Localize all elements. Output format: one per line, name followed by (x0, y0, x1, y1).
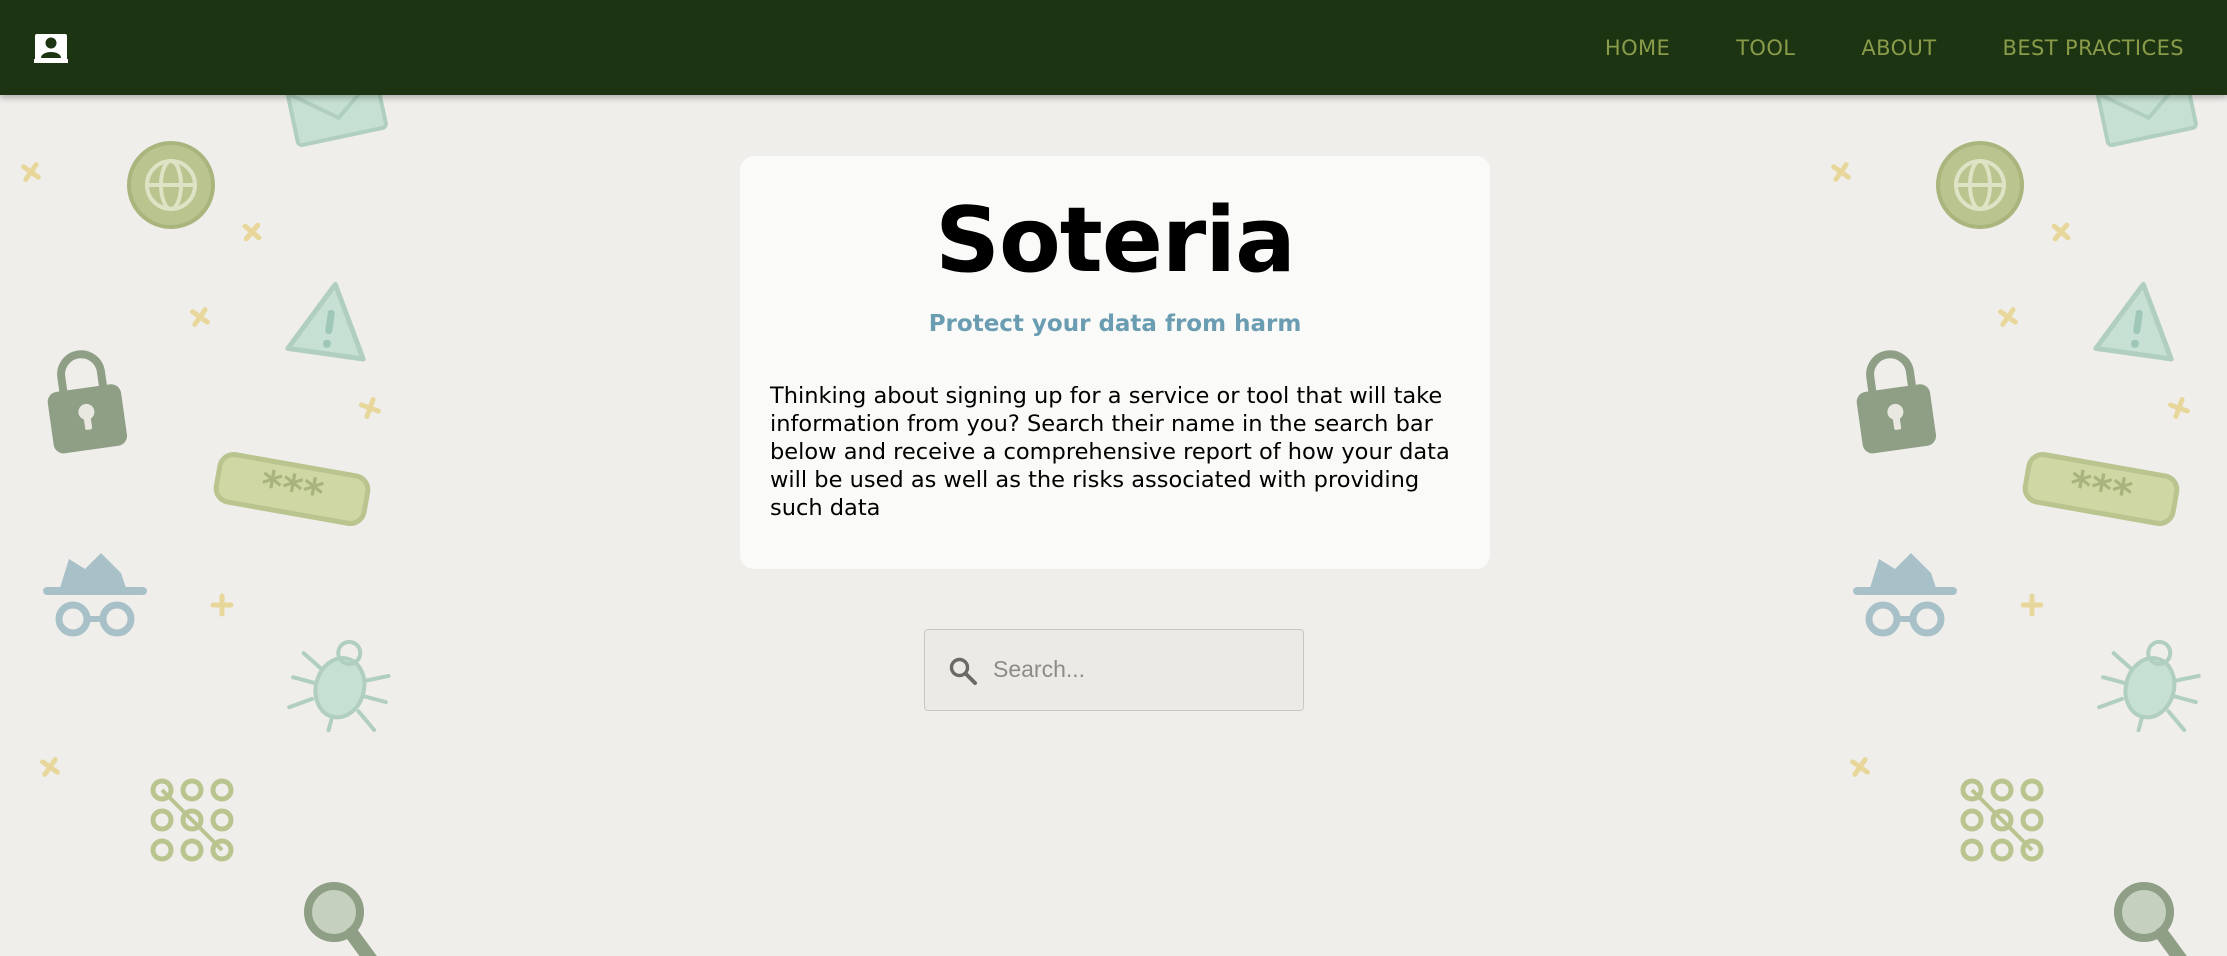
nav-links: HOME TOOL ABOUT BEST PRACTICES (1539, 0, 2184, 95)
pattern-lock-icon (1963, 781, 2041, 859)
globe-icon (1936, 141, 2024, 229)
user-badge-icon[interactable] (34, 33, 68, 63)
pattern-lock-icon (153, 781, 231, 859)
intro-card: Soteria Protect your data from harm Thin… (740, 156, 1490, 569)
sparkle-icon (2167, 396, 2190, 419)
warning-icon (2096, 279, 2181, 359)
search-input[interactable] (993, 630, 1293, 709)
globe-icon (127, 141, 215, 229)
sparkle-icon (18, 159, 43, 184)
navbar: HOME TOOL ABOUT BEST PRACTICES (0, 0, 2227, 95)
magnifier-icon (2118, 886, 2184, 956)
page-subtitle: Protect your data from harm (928, 311, 1302, 337)
sparkle-icon (2023, 596, 2041, 614)
nav-about-link[interactable]: ABOUT (1861, 36, 1936, 60)
padlock-icon (1851, 349, 1938, 454)
sparkle-icon (358, 396, 381, 419)
sparkle-icon (213, 596, 231, 614)
spy-icon (47, 553, 143, 633)
password-icon (2023, 452, 2179, 525)
warning-icon (288, 279, 373, 359)
sparkle-icon (2048, 219, 2073, 244)
sparkle-icon (1847, 754, 1872, 779)
bug-icon (2090, 627, 2211, 745)
sparkle-icon (1828, 159, 1853, 184)
envelope-icon (285, 95, 389, 148)
bug-icon (280, 627, 401, 745)
nav-home-link[interactable]: HOME (1605, 36, 1670, 60)
nav-best-practices-link[interactable]: BEST PRACTICES (2003, 36, 2184, 60)
search-box[interactable] (924, 629, 1304, 711)
envelope-icon (2095, 95, 2199, 148)
sparkle-icon (37, 754, 62, 779)
nav-tool-link[interactable]: TOOL (1736, 36, 1795, 60)
sparkle-icon (1995, 304, 2020, 329)
magnifier-icon (308, 886, 374, 956)
search-icon (949, 657, 977, 685)
sparkle-icon (239, 219, 264, 244)
background-right-icons (1828, 95, 2211, 956)
spy-icon (1857, 553, 1953, 633)
intro-description: Thinking about signing up for a service … (770, 383, 1450, 521)
page-title: Soteria (935, 188, 1296, 293)
background-left-icons (18, 95, 401, 956)
password-icon (214, 452, 370, 525)
padlock-icon (42, 349, 129, 454)
sparkle-icon (187, 304, 212, 329)
